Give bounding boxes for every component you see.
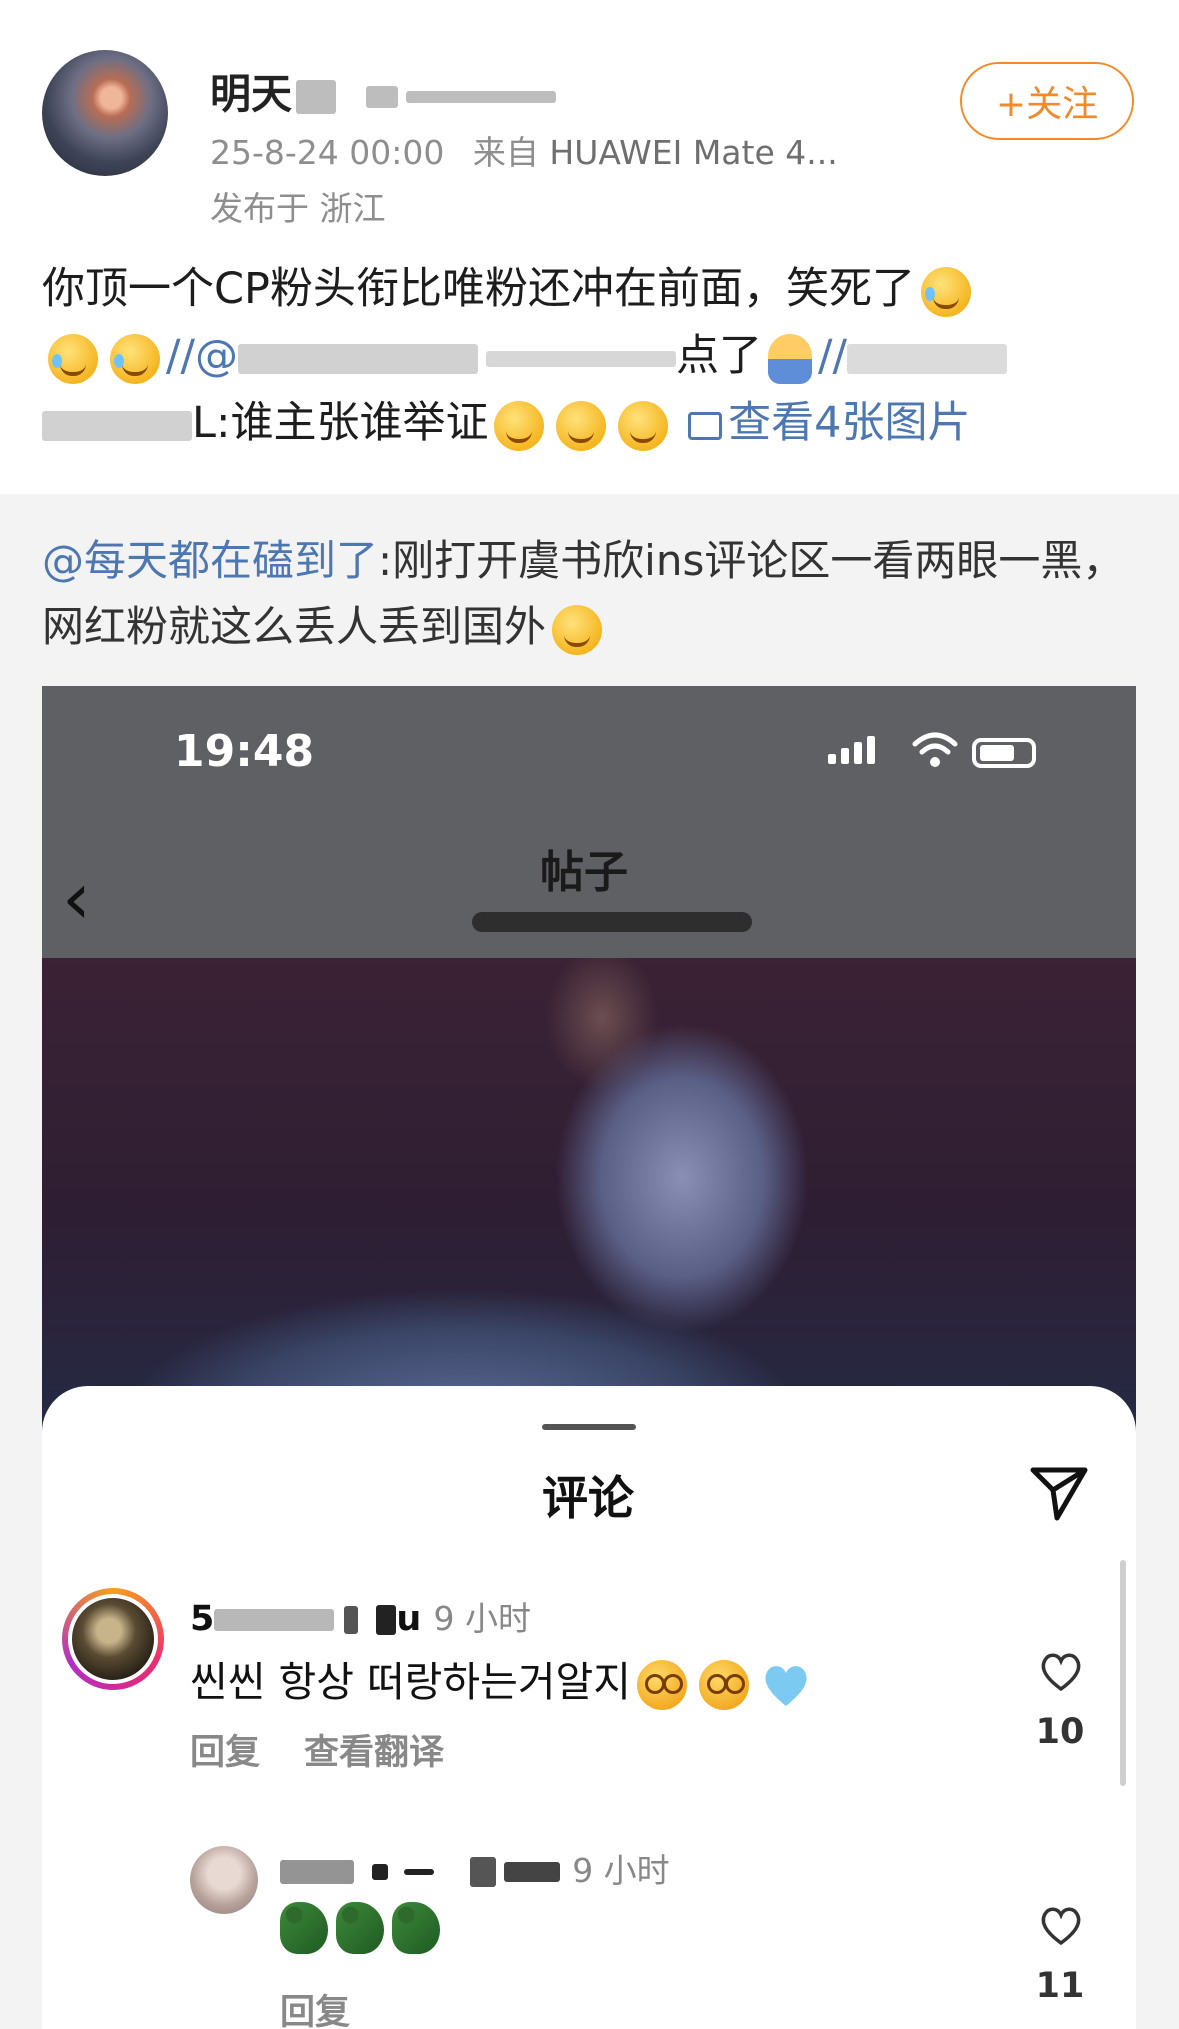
dizzy-face-icon xyxy=(698,1660,749,1710)
scrollbar[interactable] xyxy=(1120,1560,1126,1786)
source-prefix: 来自 xyxy=(472,133,539,172)
comment-time: 9 小时 xyxy=(433,1599,531,1638)
sheet-handle[interactable] xyxy=(542,1424,636,1430)
commenter-avatar[interactable] xyxy=(190,1846,258,1914)
like-heart-icon[interactable] xyxy=(1039,1906,1083,1946)
page-title: 帖子 xyxy=(540,847,628,898)
reply-button[interactable]: 回复 xyxy=(190,1733,260,1773)
commenter-avatar[interactable] xyxy=(62,1588,164,1690)
comment-text: 씬씬 항상 떠랑하는거알지 xyxy=(190,1648,811,1710)
laugh-cry-emoji-icon xyxy=(48,333,98,384)
post-meta: 25-8-24 00:00 来自 HUAWEI Mate 4... xyxy=(210,126,838,174)
comments-title: 评论 xyxy=(542,1471,634,1525)
embedded-screenshot[interactable]: 19:48 ‹ 帖子 评论 5u 9 小时 씬씬 항상 떠랑하는거알지 回复 查看… xyxy=(42,686,1136,2029)
repost-mention[interactable]: @每天都在磕到了 xyxy=(42,536,378,585)
smile-emoji-icon xyxy=(618,400,669,451)
like-count: 10 xyxy=(1035,1712,1085,1752)
post-date: 25-8-24 00:00 xyxy=(210,133,445,172)
post-body: 你顶一个CP粉头衔比唯粉还冲在前面，笑死了 //@ 点了// L:谁主张谁举证 查… xyxy=(42,256,1142,457)
blurred-username xyxy=(472,912,752,932)
mention-link[interactable]: //@ xyxy=(166,331,238,381)
like-count: 11 xyxy=(1035,1966,1085,2006)
image-icon xyxy=(688,411,723,440)
blue-heart-icon xyxy=(765,1666,807,1706)
reply-button[interactable]: 回复 xyxy=(280,1993,350,2029)
smile-emoji-icon xyxy=(556,400,607,451)
smile-emoji-icon xyxy=(494,400,545,451)
comment-text xyxy=(280,1902,448,1954)
post-photo xyxy=(42,958,1136,1428)
wifi-icon xyxy=(912,732,958,767)
battery-icon xyxy=(972,738,1036,768)
person-emoji-icon xyxy=(767,333,812,384)
like-heart-icon[interactable] xyxy=(1039,1652,1083,1692)
follow-button[interactable]: +关注 xyxy=(960,62,1134,140)
repost-body: @每天都在磕到了:刚打开虞书欣ins评论区一看两眼一黑，网红粉就这么丢人丢到国外 xyxy=(42,528,1142,660)
username[interactable]: 明天 xyxy=(210,60,556,120)
back-chevron-icon[interactable]: ‹ xyxy=(62,862,91,934)
crocodile-emoji-icon xyxy=(280,1902,328,1954)
crocodile-emoji-icon xyxy=(392,1902,440,1954)
post-location: 发布于 浙江 xyxy=(210,189,386,228)
view-images-link[interactable]: 查看4张图片 xyxy=(688,398,970,448)
translate-button[interactable]: 查看翻译 xyxy=(304,1733,444,1773)
crocodile-emoji-icon xyxy=(336,1902,384,1954)
comment-actions: 回复 xyxy=(280,1984,394,2029)
comment-header: 9 小时 xyxy=(280,1844,670,1892)
comment-header: 5u 9 小时 xyxy=(190,1599,531,1639)
mention-link-2[interactable]: // xyxy=(818,331,847,381)
smile-emoji-icon xyxy=(552,604,603,655)
comment-time: 9 小时 xyxy=(572,1851,670,1890)
signal-icon xyxy=(828,736,880,768)
dizzy-face-icon xyxy=(636,1660,687,1710)
send-icon[interactable] xyxy=(1027,1460,1091,1524)
status-time: 19:48 xyxy=(174,726,315,777)
comments-sheet: 评论 5u 9 小时 씬씬 항상 떠랑하는거알지 回复 查看翻译 10 9 小时 xyxy=(42,1386,1136,2029)
comment-actions: 回复 查看翻译 xyxy=(190,1724,488,1775)
laugh-cry-emoji-icon xyxy=(920,266,971,317)
device-name: HUAWEI Mate 4... xyxy=(549,133,838,172)
user-avatar[interactable] xyxy=(42,50,168,176)
laugh-cry-emoji-icon xyxy=(110,333,160,384)
